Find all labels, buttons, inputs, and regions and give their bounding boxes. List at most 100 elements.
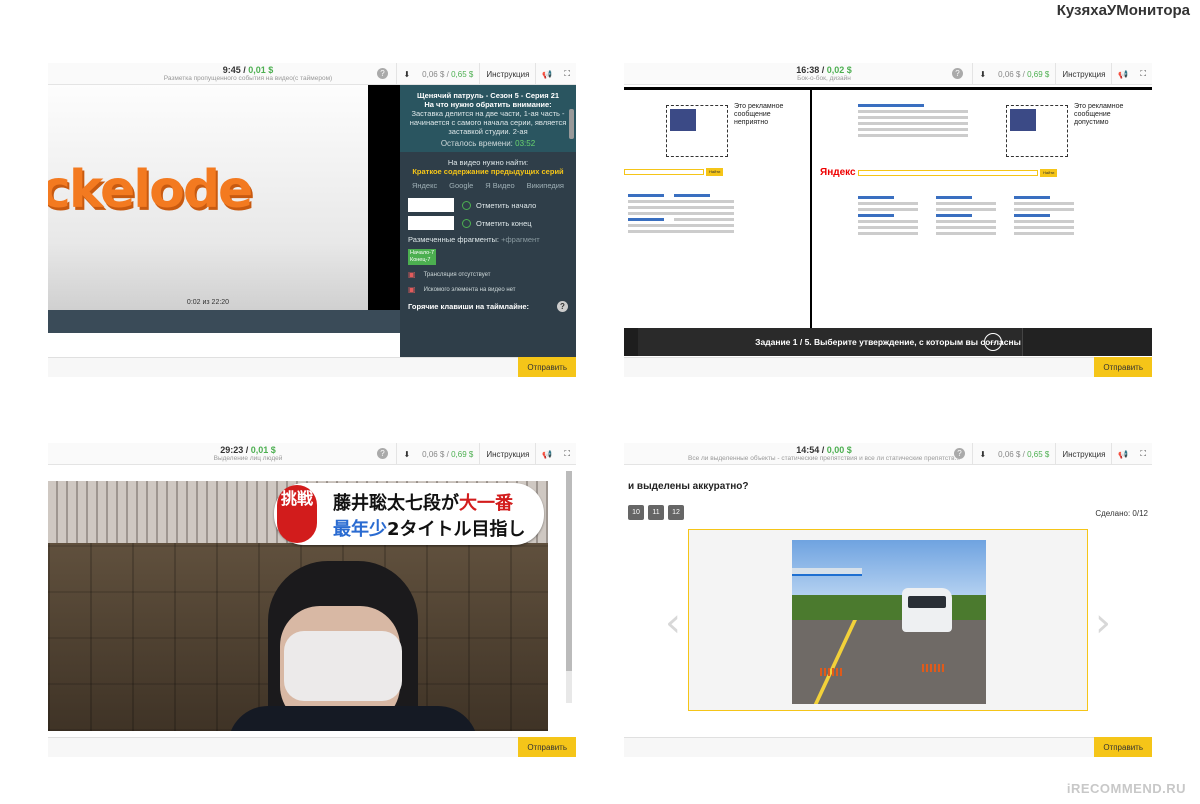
search-field [858, 170, 1038, 176]
photo-gas-station-canopy [792, 568, 862, 576]
scrollbar-thumb[interactable] [566, 471, 572, 671]
megaphone-icon[interactable]: 📢 [1112, 63, 1134, 85]
page-button-11[interactable]: 11 [648, 505, 664, 520]
series-title: Щенячий патруль - Сезон 5 - Серия 21 [416, 91, 560, 100]
fullscreen-icon[interactable]: ⛶ [1134, 63, 1152, 85]
fullscreen-icon[interactable]: ⛶ [558, 63, 576, 85]
page-text-block [858, 101, 968, 140]
task-panel-video-events: 9:45 / 0,01 $ Разметка пропущенного собы… [48, 63, 576, 377]
help-icon[interactable]: ? [557, 301, 568, 312]
task-header: 9:45 / 0,01 $ Разметка пропущенного собы… [48, 63, 576, 85]
fullscreen-icon[interactable]: ⛶ [1134, 443, 1152, 465]
tv-caption-badge: 挑戦 [277, 485, 317, 543]
arrow-right-icon[interactable]: → [984, 333, 1002, 351]
center-divider [810, 90, 812, 328]
task-bar-right [1022, 328, 1152, 356]
megaphone-icon[interactable]: 📢 [1112, 443, 1134, 465]
task-subtitle: Бок-о-бок, дизайн [797, 75, 851, 82]
fragments-label: Размеченные фрагменты: [408, 235, 499, 244]
help-icon[interactable]: ? [954, 448, 965, 459]
task-header: 16:38 / 0,02 $ Бок-о-бок, дизайн ? ⬇ 0,0… [624, 63, 1152, 85]
submit-button[interactable]: Отправить [1094, 357, 1152, 377]
no-element-option[interactable]: ▣ Искомого элемента на видео нет [400, 282, 576, 297]
watermark-logo: iRECOMMEND.RU [1066, 781, 1186, 796]
submit-button[interactable]: Отправить [1094, 737, 1152, 757]
download-icon[interactable]: ⬇ [973, 443, 992, 465]
obstacle-marker[interactable] [922, 664, 944, 672]
megaphone-icon[interactable]: 📢 [536, 443, 558, 465]
ad-placeholder [666, 105, 728, 157]
payment-info: 0,06 $ / 0,69 $ [998, 69, 1050, 79]
image-scrollbar[interactable] [566, 471, 572, 703]
video-timeline[interactable] [48, 310, 400, 333]
instruction-button[interactable]: Инструкция [1055, 443, 1113, 465]
footer-bar: Отправить [624, 357, 1152, 377]
radio-icon[interactable] [462, 218, 471, 228]
search-button: Найти [1040, 169, 1058, 177]
radio-icon[interactable] [462, 200, 471, 210]
footer-bar: Отправить [48, 737, 576, 757]
series-info: Щенячий патруль - Сезон 5 - Серия 21 На … [400, 85, 576, 152]
submit-button[interactable]: Отправить [518, 737, 576, 757]
help-icon[interactable]: ? [952, 68, 963, 79]
download-icon[interactable]: ⬇ [973, 63, 992, 85]
fullscreen-icon[interactable]: ⛶ [558, 443, 576, 465]
page-text-block [674, 191, 734, 236]
header-right: ⬇ 0,06 $ / 0,65 $ Инструкция 📢 ⛶ [396, 63, 576, 85]
mark-end-label[interactable]: Отметить конец [476, 219, 532, 228]
search-links: Яндекс Google Я Видео Википедия [406, 181, 570, 190]
search-link-wikipedia[interactable]: Википедия [527, 181, 564, 190]
megaphone-icon[interactable]: 📢 [536, 63, 558, 85]
task-header: 14:54 / 0,00 $ Все ли выделенные объекты… [624, 443, 1152, 465]
search-link-yandex[interactable]: Яндекс [412, 181, 437, 190]
add-fragment-link[interactable]: +фрагмент [501, 235, 540, 244]
time-left: Осталось времени: 03:52 [440, 139, 536, 148]
start-time-input[interactable] [408, 198, 454, 212]
top-divider [624, 87, 1152, 90]
help-icon[interactable]: ? [377, 68, 388, 79]
person-mask [284, 631, 402, 701]
fragments: Размеченные фрагменты: +фрагмент [400, 232, 576, 247]
instruction-button[interactable]: Инструкция [479, 63, 537, 85]
task-header-center: 16:38 / 0,02 $ Бок-о-бок, дизайн [624, 65, 1024, 82]
search-link-google[interactable]: Google [449, 181, 473, 190]
tv-caption-line2: 最年少2タイトル目指し [333, 519, 526, 540]
download-icon[interactable]: ⬇ [397, 63, 416, 85]
video-logo-text: ckelode [48, 160, 253, 220]
download-icon[interactable]: ⬇ [397, 443, 416, 465]
end-time-input[interactable] [408, 216, 454, 230]
chevron-left-icon[interactable]: ‹ [665, 600, 681, 646]
no-broadcast-option[interactable]: ▣ Трансляция отсутствует [400, 267, 576, 282]
task-panel-obstacles-check: 14:54 / 0,00 $ Все ли выделенные объекты… [624, 443, 1152, 757]
task-statement-bar: Задание 1 / 5. Выберите утверждение, с к… [624, 328, 1152, 356]
search-link-yavideo[interactable]: Я Видео [485, 181, 514, 190]
page-buttons: 10 11 12 [628, 505, 684, 520]
fragment-tag[interactable]: Начало-7 Конец-7 [408, 249, 437, 265]
variant-right-screenshot[interactable]: Это рекламное сообщение допустимо Яндекс… [814, 93, 1152, 328]
ad-image [1010, 109, 1036, 131]
instruction-button[interactable]: Инструкция [479, 443, 537, 465]
timer: 9:45 / 0,01 $ [222, 65, 274, 75]
sidebar-scrollbar[interactable] [569, 109, 574, 139]
page-button-10[interactable]: 10 [628, 505, 644, 520]
submit-button[interactable]: Отправить [518, 357, 576, 377]
page-button-12[interactable]: 12 [668, 505, 684, 520]
chevron-right-icon[interactable]: › [1095, 600, 1111, 646]
mark-start-label[interactable]: Отметить начало [476, 201, 536, 210]
instruction-button[interactable]: Инструкция [1055, 63, 1113, 85]
mark-end-row: Отметить конец [400, 214, 576, 232]
photo-van [902, 588, 952, 632]
obstacle-marker[interactable] [820, 668, 842, 676]
timer: 29:23 / 0,01 $ [220, 445, 276, 455]
task-header-center: 29:23 / 0,01 $ Выделение лиц людей [48, 445, 448, 462]
header-right: ⬇ 0,06 $ / 0,65 $ Инструкция 📢 ⛶ [972, 443, 1152, 465]
video-frame[interactable]: ckelode 0:02 из 22:20 [48, 85, 368, 310]
attention-text: Заставка делится на две части, 1-ая част… [409, 109, 567, 136]
help-icon[interactable]: ? [377, 448, 388, 459]
variant-left-screenshot[interactable]: Это рекламное сообщение неприятно Найти [624, 93, 810, 328]
road-photo[interactable] [792, 540, 986, 704]
screenshot-collage: КузяхаУМонитора 9:45 / 0,01 $ Разметка п… [0, 0, 1200, 804]
photo-van-window [908, 596, 946, 608]
task-bar-left [624, 328, 638, 356]
payment-info: 0,06 $ / 0,69 $ [422, 449, 474, 459]
